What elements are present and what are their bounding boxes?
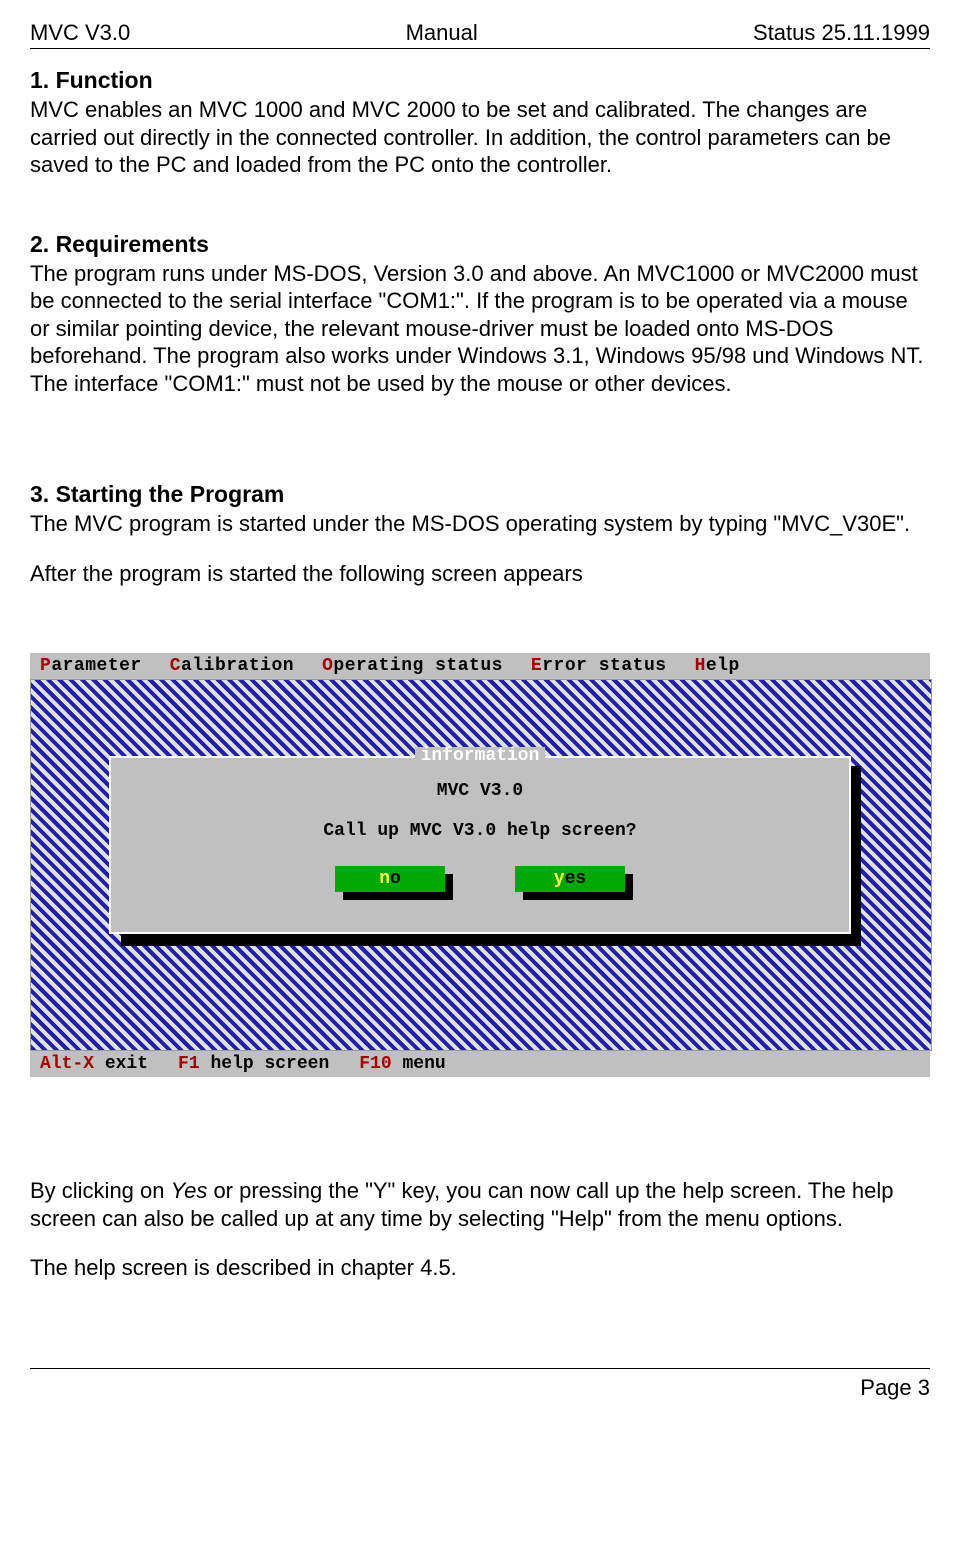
section-3-body-1: The MVC program is started under the MS-… [30,510,930,538]
no-button[interactable]: no [335,866,445,892]
status-help[interactable]: F1 help screen [178,1055,329,1073]
dos-screenshot: Parameter Calibration Operating status E… [30,653,930,1077]
menu-calibration[interactable]: Calibration [170,657,294,675]
after-paragraph-2: The help screen is described in chapter … [30,1254,930,1282]
header-left: MVC V3.0 [30,20,130,46]
status-menu[interactable]: F10 menu [359,1055,445,1073]
section-2-body: The program runs under MS-DOS, Version 3… [30,260,930,398]
status-exit[interactable]: Alt-X exit [40,1055,148,1073]
menu-operating-status[interactable]: Operating status [322,657,503,675]
dos-desktop: information MVC V3.0 Call up MVC V3.0 he… [30,679,932,1051]
yes-button[interactable]: yes [515,866,625,892]
header-center: Manual [406,20,478,46]
menu-parameter[interactable]: Parameter [40,657,142,675]
section-3-body-2: After the program is started the followi… [30,560,930,588]
yes-italic: Yes [171,1178,208,1203]
dos-statusbar: Alt-X exit F1 help screen F10 menu [30,1051,930,1077]
dos-menubar: Parameter Calibration Operating status E… [30,653,930,679]
page-footer: Page 3 [30,1368,930,1401]
dialog-heading: MVC V3.0 [111,782,849,800]
page-number: Page 3 [860,1375,930,1400]
after-paragraph-1: By clicking on Yes or pressing the "Y" k… [30,1177,930,1232]
page-header: MVC V3.0 Manual Status 25.11.1999 [30,20,930,49]
section-1-body: MVC enables an MVC 1000 and MVC 2000 to … [30,96,930,179]
section-3-title: 3. Starting the Program [30,481,930,508]
menu-error-status[interactable]: Error status [531,657,667,675]
dialog-title: information [415,747,546,765]
menu-help[interactable]: Help [695,657,740,675]
section-1-title: 1. Function [30,67,930,94]
header-right: Status 25.11.1999 [753,20,930,46]
dialog-text: Call up MVC V3.0 help screen? [111,822,849,840]
section-2-title: 2. Requirements [30,231,930,258]
information-dialog: information MVC V3.0 Call up MVC V3.0 he… [109,756,851,934]
